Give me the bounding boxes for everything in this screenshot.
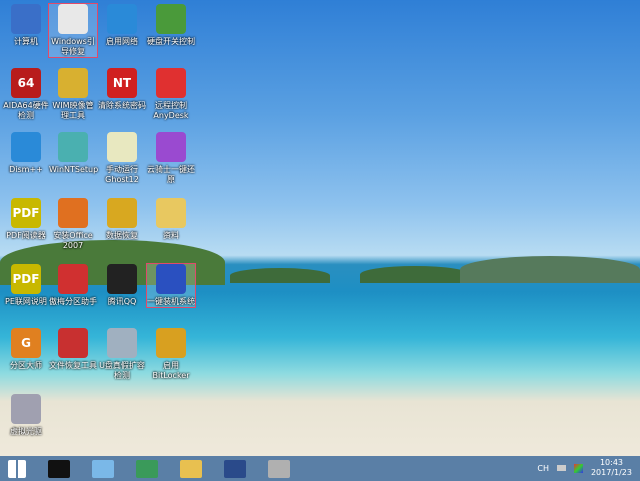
desktop-icon[interactable]: 手动运行Ghost12	[98, 132, 146, 185]
system-tray: CH 10:43 2017/1/23	[537, 458, 632, 478]
desktop-icon-label: 启用网络	[106, 37, 138, 46]
office-icon	[58, 198, 88, 228]
desktop-icon[interactable]: PDF PDF阅读器	[2, 198, 50, 241]
notepad-icon[interactable]	[92, 459, 114, 478]
desktop-icon[interactable]: PDF PE联网说明	[2, 264, 50, 307]
desktop-icon-label: AIDA64硬件检测	[3, 101, 49, 120]
wim-icon	[58, 68, 88, 98]
desktop-icon[interactable]: 计算机	[2, 4, 50, 47]
install-system-icon	[156, 264, 186, 294]
desktop-icon-label: 傲梅分区助手	[49, 297, 97, 306]
desktop-icon-label: Dism++	[9, 165, 43, 174]
virtual-drive-icon	[11, 394, 41, 424]
desktop-icon-label: U盘真假扩容检测	[99, 361, 145, 380]
desktop-icon[interactable]: 文件恢复工具	[49, 328, 97, 371]
desktop-icon-label: 硬盘开关控制	[147, 37, 195, 46]
desktop-icon[interactable]: Dism++	[2, 132, 50, 175]
desktop-icon[interactable]: 硬盘开关控制	[147, 4, 195, 47]
island-hill	[460, 256, 640, 283]
desktop-icon[interactable]: 资料	[147, 198, 195, 241]
desktop-icon[interactable]: 傲梅分区助手	[49, 264, 97, 307]
desktop-icon[interactable]: 虚拟光驱	[2, 394, 50, 437]
diskgenius-icon: G	[11, 328, 41, 358]
desktop-icon[interactable]: Windows引导修复	[48, 3, 98, 58]
desktop-icon-label: WinNTSetup	[49, 165, 99, 174]
desktop-icon[interactable]: 数据恢复	[98, 198, 146, 241]
explorer-icon[interactable]	[180, 459, 202, 478]
desktop-icon[interactable]: U盘真假扩容检测	[98, 328, 146, 381]
desktop-icon[interactable]: WinNTSetup	[49, 132, 99, 175]
desktop-icon-label: 安装Office 2007	[53, 231, 93, 250]
date: 2017/1/23	[590, 468, 632, 477]
desktop-icon-label: 远程控制AnyDesk	[153, 101, 189, 120]
blocks-icon	[156, 4, 186, 34]
pinwheel-icon	[156, 132, 186, 162]
desktop-icon-label: 文件恢复工具	[49, 361, 97, 370]
desktop-icon-label: 启用BitLocker	[152, 361, 190, 380]
magnifier-icon	[107, 328, 137, 358]
folder-icon	[156, 198, 186, 228]
qq-icon	[107, 264, 137, 294]
desktop-icon-label: 一键装机系统	[147, 297, 195, 306]
desktop-icon-label: 腾讯QQ	[107, 297, 137, 306]
cmd-icon[interactable]	[48, 459, 70, 478]
desktop-icon-label: 资料	[163, 231, 179, 240]
nt-key-icon: NT	[107, 68, 137, 98]
desktop-icon[interactable]: 64 AIDA64硬件检测	[2, 68, 50, 121]
keyboard-icon[interactable]	[556, 465, 566, 471]
gears-icon	[11, 132, 41, 162]
desktop-icon-label: 计算机	[14, 37, 38, 46]
partition-icon	[58, 264, 88, 294]
desktop-icon[interactable]: 远程控制AnyDesk	[147, 68, 195, 121]
desktop-icon[interactable]: G 分区大师	[2, 328, 50, 371]
desktop-icon-label: 虚拟光驱	[10, 427, 42, 436]
start-icon[interactable]	[8, 459, 26, 478]
ghost-icon	[107, 132, 137, 162]
time: 10:43	[599, 458, 624, 467]
recovery-icon	[58, 328, 88, 358]
anydesk-icon	[156, 68, 186, 98]
desktop-icon[interactable]: 启用网络	[98, 4, 146, 47]
desktop-icon[interactable]: NT 清除系统密码	[98, 68, 146, 111]
desktop-icon-label: 清除系统密码	[98, 101, 146, 110]
desktop-icon-label: 云骑士一键还原	[147, 165, 195, 184]
desktop-icon[interactable]: 启用BitLocker	[147, 328, 195, 381]
desktop-icon-label: WIM映像管理工具	[52, 101, 94, 120]
island-hill	[230, 268, 330, 283]
desktop[interactable]: 计算机 Windows引导修复 启用网络 硬盘开关控制 64 AIDA64硬件检测 WIM映…	[0, 0, 640, 456]
computer-icon	[11, 4, 41, 34]
screen-icon[interactable]	[224, 459, 246, 478]
first-aid-kit-icon	[58, 4, 88, 34]
desktop-icon-label: PE联网说明	[5, 297, 47, 306]
desktop-icon[interactable]: 云骑士一键还原	[147, 132, 195, 185]
desktop-icon-label: 数据恢复	[106, 231, 138, 240]
registry-icon[interactable]	[136, 459, 158, 478]
drive-icon[interactable]	[268, 459, 290, 478]
desktop-icon[interactable]: WIM映像管理工具	[49, 68, 97, 121]
data-recovery-icon	[107, 198, 137, 228]
globe-icon	[107, 4, 137, 34]
aida64-icon: 64	[11, 68, 41, 98]
clock[interactable]: 10:43 2017/1/23	[591, 458, 632, 478]
tray-app-icon[interactable]	[573, 463, 583, 473]
pdf-icon: PDF	[11, 264, 41, 294]
taskbar: CH 10:43 2017/1/23	[0, 456, 640, 481]
desktop-icon[interactable]: 一键装机系统	[146, 263, 196, 308]
desktop-icon-label: Windows引导修复	[51, 37, 95, 56]
island-hill	[360, 266, 470, 283]
desktop-icon-label: PDF阅读器	[6, 231, 46, 240]
pdf-icon: PDF	[11, 198, 41, 228]
language-indicator[interactable]: CH	[537, 464, 549, 473]
bitlocker-icon	[156, 328, 186, 358]
setup-icon	[58, 132, 88, 162]
desktop-icon-label: 分区大师	[10, 361, 42, 370]
desktop-icon[interactable]: 腾讯QQ	[98, 264, 146, 307]
desktop-icon-label: 手动运行Ghost12	[105, 165, 139, 184]
desktop-icon[interactable]: 安装Office 2007	[49, 198, 97, 251]
